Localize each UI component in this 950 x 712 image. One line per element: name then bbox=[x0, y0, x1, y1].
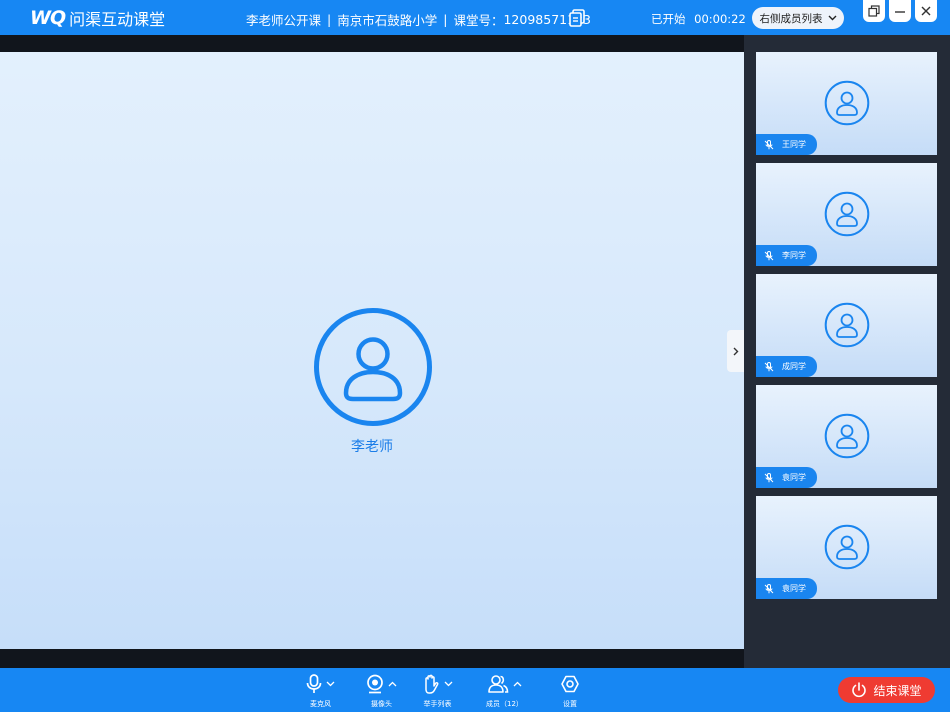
mic-button[interactable]: 麦克风 bbox=[306, 673, 335, 709]
members-label: 成员（12） bbox=[486, 700, 523, 708]
layout-dropdown[interactable]: 右侧成员列表 bbox=[752, 7, 844, 29]
user-avatar-icon bbox=[824, 413, 870, 459]
mic-muted-icon bbox=[764, 472, 774, 482]
user-avatar-icon bbox=[314, 308, 432, 426]
member-name: 袁同学 bbox=[782, 473, 806, 482]
microphone-icon bbox=[306, 674, 322, 693]
timer-value: 00:00:22 bbox=[694, 12, 746, 26]
hand-raise-label: 举手列表 bbox=[423, 700, 452, 708]
class-number-label: 课堂号： bbox=[453, 13, 504, 28]
course-title: 李老师公开课 bbox=[246, 13, 322, 28]
settings-icon bbox=[561, 675, 579, 693]
mic-muted-icon bbox=[764, 361, 774, 371]
chevron-down-icon[interactable] bbox=[326, 681, 335, 687]
mic-muted-icon bbox=[764, 139, 774, 149]
member-name-badge: 王同学 bbox=[756, 134, 817, 155]
members-icon bbox=[488, 675, 509, 693]
teacher-video-area: 李老师 bbox=[0, 35, 744, 668]
mic-muted-icon bbox=[764, 250, 774, 260]
chevron-up-icon[interactable] bbox=[388, 681, 397, 687]
app-name: 问渠互动课堂 bbox=[69, 10, 166, 29]
course-info: 李老师公开课 | 南京市石鼓路小学 | 课堂号： 12098571123 bbox=[246, 10, 591, 29]
member-name: 成同学 bbox=[782, 362, 806, 371]
separator: | bbox=[327, 12, 332, 27]
member-tile[interactable]: 王同学 bbox=[756, 52, 937, 155]
members-button[interactable]: 成员（12） bbox=[486, 673, 523, 709]
member-name: 袁同学 bbox=[782, 584, 806, 593]
member-name: 王同学 bbox=[782, 140, 806, 149]
camera-label: 摄像头 bbox=[371, 700, 392, 708]
mic-muted-icon bbox=[764, 583, 774, 593]
member-tile[interactable]: 袁同学 bbox=[756, 385, 937, 488]
raised-hand-icon bbox=[425, 674, 439, 694]
separator: | bbox=[443, 12, 448, 27]
settings-button[interactable]: 设置 bbox=[561, 673, 579, 709]
member-sidebar: 王同学 李同学 成同学 袁同学 袁同学 bbox=[744, 35, 950, 668]
settings-label: 设置 bbox=[563, 700, 577, 708]
close-icon bbox=[921, 6, 931, 16]
chevron-down-icon[interactable] bbox=[444, 681, 453, 687]
user-avatar-icon bbox=[824, 302, 870, 348]
restore-window-button[interactable] bbox=[863, 0, 885, 22]
class-timer: 已开始 00:00:22 bbox=[651, 11, 746, 27]
end-class-button[interactable]: 结束课堂 bbox=[838, 677, 935, 703]
end-class-label: 结束课堂 bbox=[873, 683, 922, 698]
layout-dropdown-label: 右侧成员列表 bbox=[759, 12, 823, 25]
mic-label: 麦克风 bbox=[310, 700, 331, 708]
member-tile[interactable]: 李同学 bbox=[756, 163, 937, 266]
collapse-sidebar-button[interactable] bbox=[727, 330, 744, 372]
member-tile[interactable]: 成同学 bbox=[756, 274, 937, 377]
teacher-name: 李老师 bbox=[351, 439, 393, 455]
chevron-down-icon bbox=[828, 15, 836, 21]
copy-icon[interactable] bbox=[568, 8, 587, 27]
bottom-toolbar: 麦克风 摄像头 举手列表 成员（12） 设置 结束课堂 bbox=[0, 668, 950, 712]
member-name-badge: 袁同学 bbox=[756, 467, 817, 488]
timer-status: 已开始 bbox=[651, 12, 686, 26]
user-avatar-icon bbox=[824, 80, 870, 126]
minimize-icon bbox=[895, 11, 905, 13]
power-icon bbox=[852, 682, 867, 698]
user-avatar-icon bbox=[824, 524, 870, 570]
member-name-badge: 李同学 bbox=[756, 245, 817, 266]
chevron-up-icon[interactable] bbox=[513, 681, 522, 687]
member-name-badge: 成同学 bbox=[756, 356, 817, 377]
chevron-right-icon bbox=[733, 347, 738, 355]
member-name-badge: 袁同学 bbox=[756, 578, 817, 599]
member-tile[interactable]: 袁同学 bbox=[756, 496, 937, 599]
school-name: 南京市石鼓路小学 bbox=[337, 13, 438, 28]
camera-icon bbox=[367, 674, 383, 694]
camera-button[interactable]: 摄像头 bbox=[366, 673, 397, 709]
title-bar: WQ 问渠互动课堂 李老师公开课 | 南京市石鼓路小学 | 课堂号： 12098… bbox=[0, 0, 950, 35]
teacher-video: 李老师 bbox=[0, 52, 744, 649]
hand-raise-list-button[interactable]: 举手列表 bbox=[422, 673, 453, 709]
close-window-button[interactable] bbox=[915, 0, 937, 22]
logo-mark: WQ bbox=[30, 7, 66, 29]
restore-icon bbox=[868, 5, 880, 17]
user-avatar-icon bbox=[824, 191, 870, 237]
app-logo: WQ 问渠互动课堂 bbox=[30, 7, 165, 29]
member-name: 李同学 bbox=[782, 251, 806, 260]
minimize-window-button[interactable] bbox=[889, 0, 911, 22]
